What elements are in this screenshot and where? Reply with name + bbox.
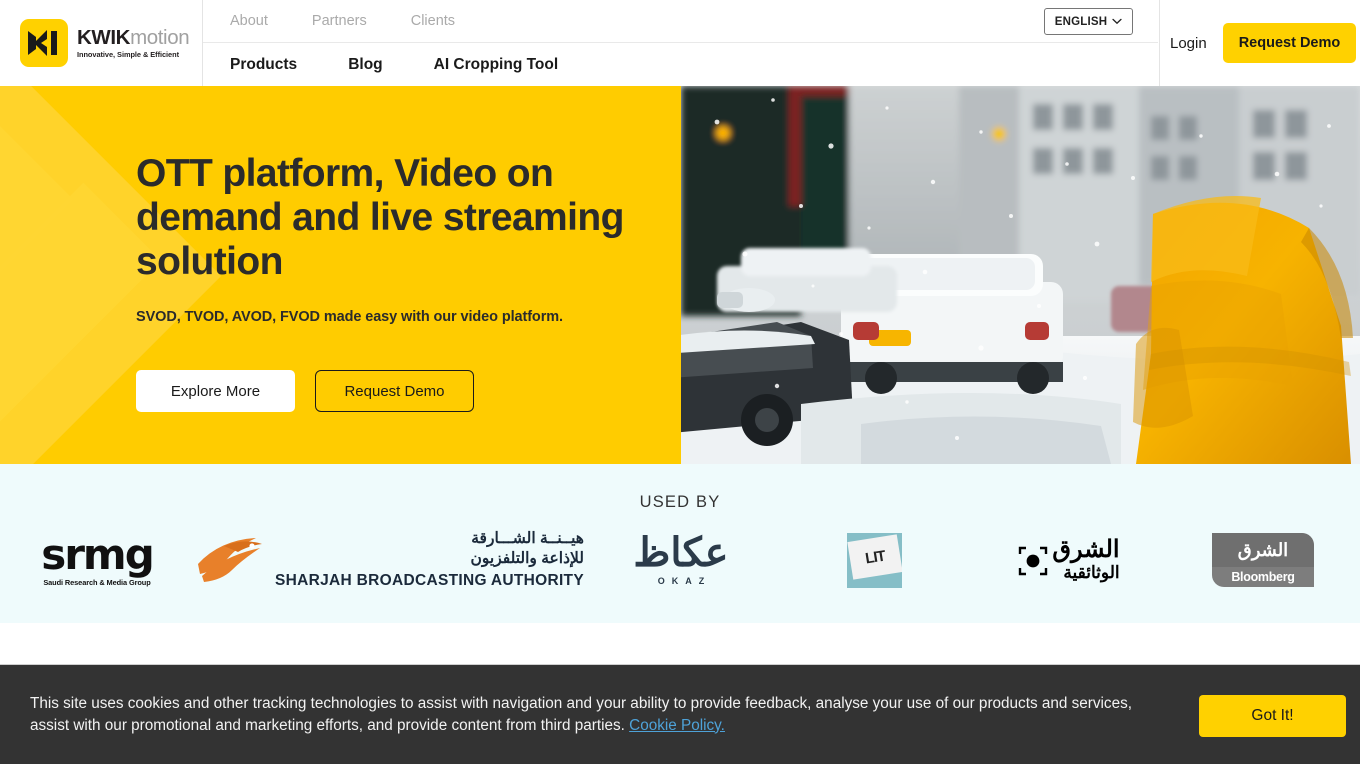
explore-more-button[interactable]: Explore More [136, 370, 295, 413]
nav-item-partners[interactable]: Partners [312, 13, 367, 29]
asharq-bloomberg-english: Bloomberg [1231, 570, 1295, 584]
language-selector[interactable]: ENGLISH [1044, 8, 1133, 35]
logo-link[interactable]: KWIKmotion Innovative, Simple & Efficien… [0, 0, 203, 86]
kwikmotion-k-mark-icon [20, 19, 68, 67]
logo-word-bold: KWIK [77, 25, 131, 49]
asharq-arabic-line2: الوثائقية [1063, 562, 1120, 582]
hero-text-panel: OTT platform, Video on demand and live s… [0, 86, 681, 464]
chevron-down-icon [1112, 16, 1122, 28]
asharq-arabic-line1: الشرق [1052, 536, 1120, 564]
logo-tagline: Innovative, Simple & Efficient [77, 50, 179, 60]
logo-wordmark: KWIKmotion [77, 25, 190, 49]
cookie-banner-text: This site uses cookies and other trackin… [0, 693, 1140, 737]
page-root: KWIKmotion Innovative, Simple & Efficien… [0, 0, 1360, 764]
srmg-wordmark: srmg [41, 529, 155, 579]
asharq-bloomberg-mark-icon: الشرق Bloomberg [1211, 533, 1314, 587]
cookie-consent-banner: This site uses cookies and other trackin… [0, 664, 1360, 764]
client-logo-lit[interactable]: LIT [778, 520, 972, 600]
language-selector-value: ENGLISH [1054, 15, 1108, 28]
nav-secondary-row: About Partners Clients [203, 0, 1158, 43]
hero-content: OTT platform, Video on demand and live s… [136, 152, 666, 413]
nav-primary-row: Products Blog AI Cropping Tool [203, 43, 1158, 86]
nav-item-ai-cropping-tool[interactable]: AI Cropping Tool [434, 56, 559, 74]
okaz-arabic: عكاظ [633, 531, 729, 575]
used-by-section: USED BY srmg Saudi Research & Media Grou… [0, 464, 1360, 623]
cookie-banner-message: This site uses cookies and other trackin… [30, 694, 1132, 734]
client-logo-asharq-bloomberg[interactable]: الشرق Bloomberg [1166, 520, 1360, 600]
lit-mark-icon: LIT [847, 532, 903, 588]
hero-image [681, 86, 1360, 464]
nav-item-clients[interactable]: Clients [411, 13, 455, 29]
sharjah-arabic-line1: هيــنــة الشـــارقة [471, 530, 584, 548]
hero-photo-snowy-street [681, 86, 1360, 464]
primary-navigation: About Partners Clients Products Blog AI … [203, 0, 1158, 86]
hero-buttons: Explore More Request Demo [136, 370, 666, 413]
nav-item-blog[interactable]: Blog [348, 56, 382, 74]
nav-item-products[interactable]: Products [230, 56, 297, 74]
cookie-accept-button[interactable]: Got It! [1199, 695, 1346, 737]
content-spacer [0, 623, 1360, 664]
hero-title: OTT platform, Video on demand and live s… [136, 152, 624, 284]
used-by-title: USED BY [639, 493, 721, 511]
sharjah-arabic-line2: للإذاعة والتلفزيون [470, 549, 584, 567]
cookie-policy-link[interactable]: Cookie Policy. [629, 717, 725, 734]
asharq-frame-icon [1018, 546, 1048, 576]
request-demo-button[interactable]: Request Demo [1222, 23, 1357, 63]
asharq-bloomberg-arabic: الشرق [1237, 539, 1289, 560]
nav-item-about[interactable]: About [230, 13, 268, 29]
client-logo-sharjah-broadcasting-authority[interactable]: هيــنــة الشـــارقة للإذاعة والتلفزيون S… [194, 520, 584, 600]
login-link[interactable]: Login [1170, 35, 1207, 52]
sharjah-english: SHARJAH BROADCASTING AUTHORITY [275, 572, 584, 590]
sharjah-falcon-icon [194, 530, 266, 591]
hero-subtitle: SVOD, TVOD, AVOD, FVOD made easy with ou… [136, 309, 563, 326]
client-logo-asharq-documentary[interactable]: الشرق الوثائقية [972, 520, 1166, 600]
logo-word-light: motion [130, 25, 190, 49]
hero-request-demo-button[interactable]: Request Demo [315, 370, 474, 413]
client-logo-okaz[interactable]: عكاظ OKAZ [584, 520, 778, 600]
site-header: KWIKmotion Innovative, Simple & Efficien… [0, 0, 1360, 86]
okaz-english: OKAZ [657, 576, 712, 586]
header-actions: Login Request Demo [1159, 0, 1360, 86]
client-logo-row: srmg Saudi Research & Media Group هيــنـ… [0, 520, 1360, 600]
hero-section: OTT platform, Video on demand and live s… [0, 86, 1360, 464]
client-logo-srmg[interactable]: srmg Saudi Research & Media Group [0, 520, 194, 600]
srmg-subtitle: Saudi Research & Media Group [43, 577, 151, 587]
lit-text: LIT [864, 546, 887, 567]
